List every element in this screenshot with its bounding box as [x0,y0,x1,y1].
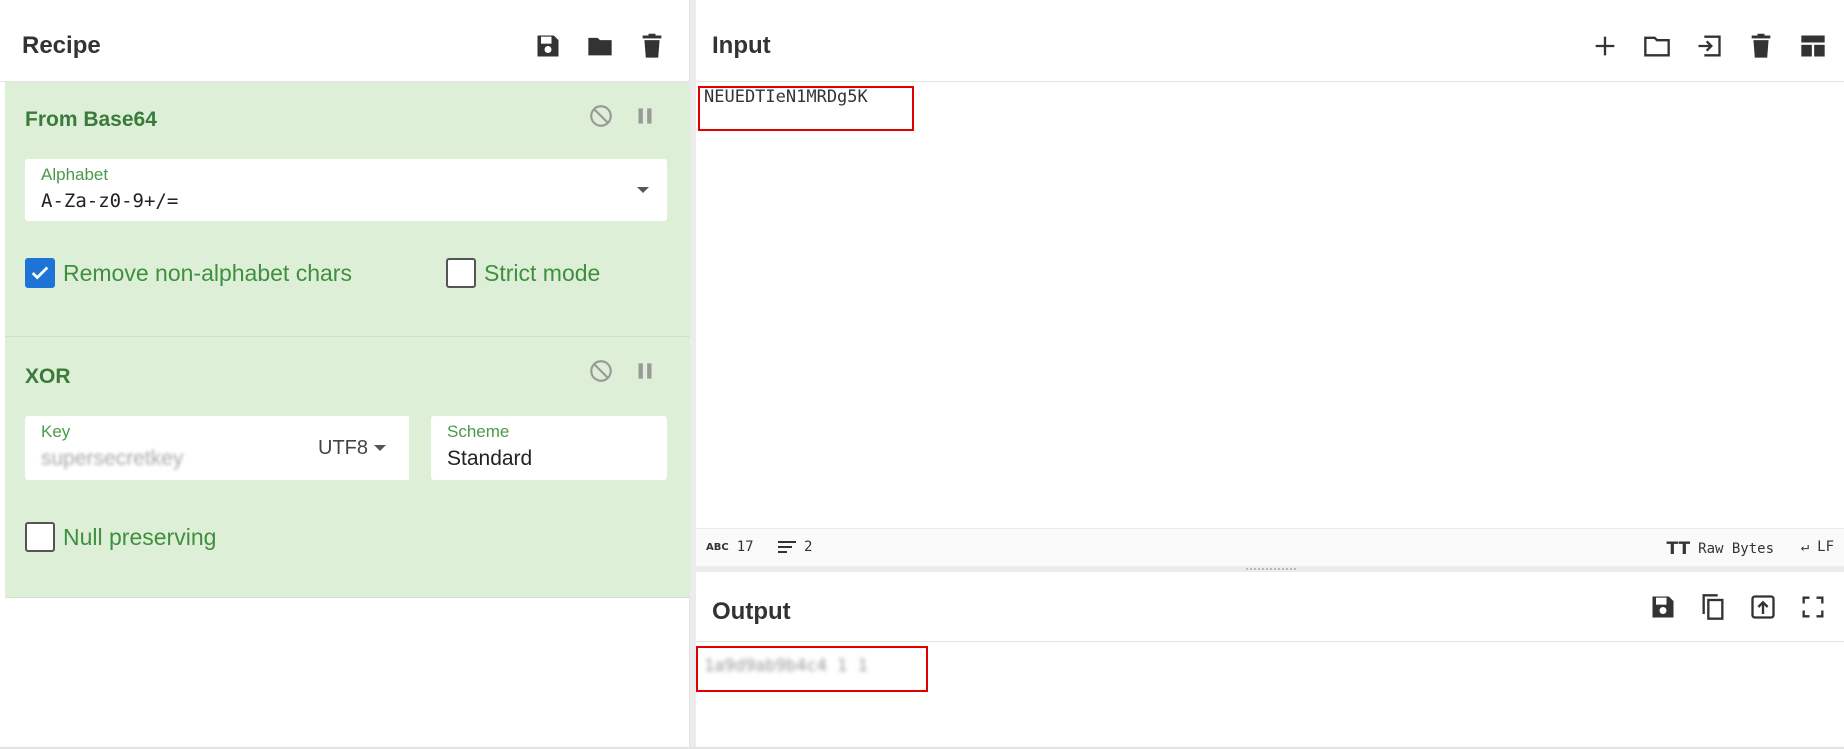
layout-icon[interactable] [1798,31,1828,61]
operation-title: XOR [25,365,71,388]
eol-label: LF [1817,539,1834,555]
caret-down-icon [374,445,386,451]
lines-value: 2 [804,539,813,555]
abc-icon: ABC [706,541,729,553]
input-textarea[interactable]: NEUEDTIeN1MRDg5K [696,82,1844,528]
output-textarea[interactable]: 1a9d9ab9b4c4 1 1 [696,642,1844,742]
null-preserving-label: Null preserving [63,523,217,550]
grip-icon [1246,568,1296,570]
recipe-header: Recipe [0,10,689,82]
save-icon[interactable] [533,31,563,61]
copy-icon[interactable] [1698,592,1728,622]
output-header: Output [696,572,1844,642]
checkbox-checked-icon[interactable] [25,258,55,288]
key-input[interactable]: Key supersecretkey [25,416,295,480]
recipe-toolbar [533,31,667,61]
output-toolbar [1648,592,1828,622]
format-label: Raw Bytes [1698,541,1774,557]
operation-from-base64: From Base64 Alphabet A-Za-z0-9+/= Remove… [5,82,690,337]
operation-title: From Base64 [25,108,157,131]
format-selector[interactable]: TT Raw Bytes [1667,539,1774,559]
null-preserving-checkbox[interactable]: Null preserving [25,522,216,552]
disable-icon[interactable] [587,357,615,385]
length-value: 17 [736,539,754,555]
checkbox-unchecked-icon[interactable] [25,522,55,552]
input-header: Input [696,10,1844,82]
operation-xor: XOR Key supersecretkey UTF8 Scheme Stand… [5,337,690,598]
recipe-title: Recipe [22,31,101,59]
disable-icon[interactable] [587,102,615,130]
checkbox-unchecked-icon[interactable] [446,258,476,288]
fullscreen-icon[interactable] [1798,592,1828,622]
lines-icon [778,540,796,554]
folder-icon[interactable] [585,31,615,61]
remove-non-alphabet-checkbox[interactable]: Remove non-alphabet chars [25,258,352,288]
scheme-value: Standard [447,447,533,470]
strict-mode-checkbox[interactable]: Strict mode [446,258,600,288]
alphabet-select[interactable]: Alphabet A-Za-z0-9+/= [25,159,667,221]
key-encoding-dropdown[interactable]: UTF8 [295,416,409,480]
alphabet-label: Alphabet [41,165,109,184]
input-length: ABC 17 [706,539,754,555]
output-highlight-box [696,646,928,692]
key-label: Key [41,422,71,441]
input-toolbar [1590,31,1828,61]
upload-icon[interactable] [1748,592,1778,622]
input-status-bar: ABC 17 2 TT Raw Bytes ↵ LF [696,528,1844,566]
io-pane: Input NEUEDTIeN1MRDg5K ABC 17 2 TT Raw B… [696,0,1844,749]
pause-icon[interactable] [631,357,659,385]
folder-icon[interactable] [1642,31,1672,61]
alphabet-value: A-Za-z0-9+/= [41,190,179,212]
key-value: supersecretkey [41,447,184,470]
input-highlight-box [698,86,914,131]
recipe-pane: Recipe From Base64 Alphabet A-Za-z0-9+/= [0,0,690,749]
return-icon: ↵ [1800,539,1810,555]
pause-icon[interactable] [631,102,659,130]
eol-selector[interactable]: ↵ LF [1801,539,1834,555]
scheme-label: Scheme [447,422,510,441]
key-encoding-value: UTF8 [318,436,368,459]
input-lines: 2 [778,539,812,555]
output-title: Output [712,597,791,625]
scheme-select[interactable]: Scheme Standard [431,416,667,480]
plus-icon[interactable] [1590,31,1620,61]
input-title: Input [712,31,771,59]
save-icon[interactable] [1648,592,1678,622]
sign-in-icon[interactable] [1694,31,1724,61]
text-format-icon: TT [1666,539,1691,559]
trash-icon[interactable] [637,31,667,61]
remove-non-alphabet-label: Remove non-alphabet chars [63,259,352,286]
chevron-down-icon [637,187,649,193]
strict-mode-label: Strict mode [484,259,601,286]
trash-icon[interactable] [1746,31,1776,61]
